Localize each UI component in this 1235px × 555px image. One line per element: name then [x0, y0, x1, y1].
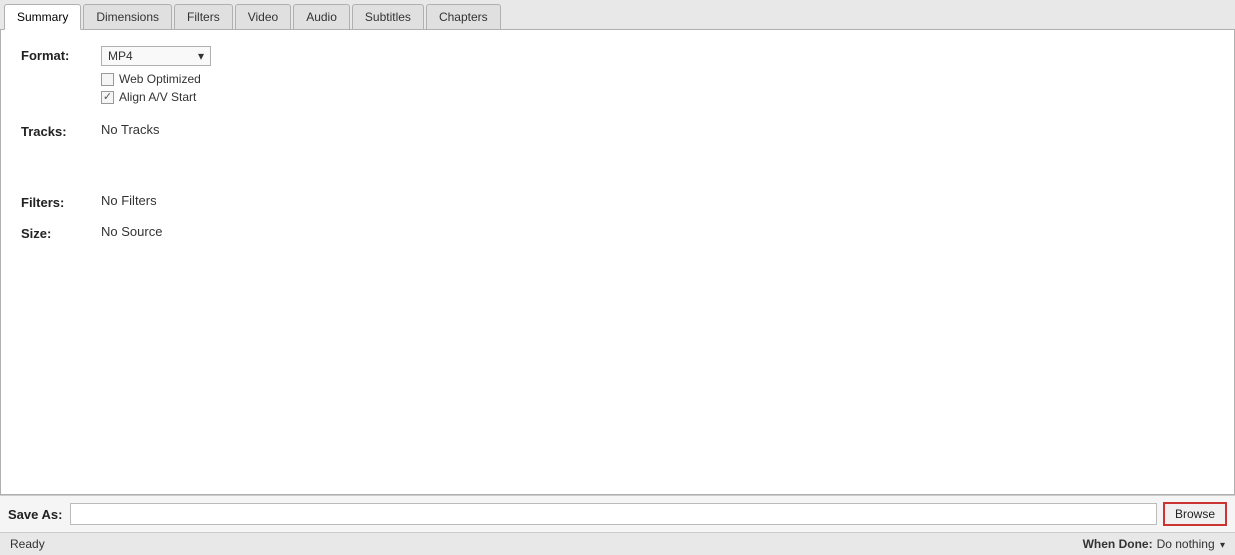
format-dropdown[interactable]: MP4 ▾ [101, 46, 211, 66]
format-label: Format: [21, 46, 101, 63]
web-optimized-checkbox[interactable] [101, 73, 114, 86]
dropdown-arrow-icon: ▾ [198, 49, 204, 63]
tab-bar: Summary Dimensions Filters Video Audio S… [0, 0, 1235, 30]
save-bar: Save As: Browse [0, 495, 1235, 532]
tab-audio[interactable]: Audio [293, 4, 350, 29]
tab-video[interactable]: Video [235, 4, 291, 29]
tracks-row: Tracks: No Tracks [21, 122, 1214, 139]
tab-subtitles[interactable]: Subtitles [352, 4, 424, 29]
web-optimized-label: Web Optimized [119, 72, 201, 86]
status-text: Ready [10, 537, 45, 551]
format-dropdown-value: MP4 [108, 49, 133, 63]
when-done-dropdown[interactable]: Do nothing ▾ [1157, 537, 1225, 551]
tracks-label: Tracks: [21, 122, 101, 139]
save-as-input[interactable] [70, 503, 1157, 525]
when-done-label: When Done: [1083, 537, 1153, 551]
tab-filters[interactable]: Filters [174, 4, 233, 29]
align-av-row[interactable]: ✓ Align A/V Start [101, 90, 1214, 104]
size-label: Size: [21, 224, 101, 241]
format-value: MP4 ▾ Web Optimized ✓ Align A/V Start [101, 46, 1214, 108]
main-content: Format: MP4 ▾ Web Optimized ✓ Align A/V … [0, 30, 1235, 495]
size-row: Size: No Source [21, 224, 1214, 241]
checkmark-icon: ✓ [103, 92, 112, 103]
tab-chapters[interactable]: Chapters [426, 4, 501, 29]
align-av-checkbox[interactable]: ✓ [101, 91, 114, 104]
tab-summary[interactable]: Summary [4, 4, 81, 30]
when-done: When Done: Do nothing ▾ [1083, 537, 1225, 551]
tracks-value: No Tracks [101, 122, 1214, 137]
filters-row: Filters: No Filters [21, 193, 1214, 210]
browse-button[interactable]: Browse [1163, 502, 1227, 526]
save-as-label: Save As: [8, 507, 62, 522]
when-done-value-text: Do nothing [1157, 537, 1215, 551]
when-done-caret-icon: ▾ [1220, 540, 1225, 551]
filters-value: No Filters [101, 193, 1214, 208]
web-optimized-row[interactable]: Web Optimized [101, 72, 1214, 86]
tab-dimensions[interactable]: Dimensions [83, 4, 172, 29]
format-row: Format: MP4 ▾ Web Optimized ✓ Align A/V … [21, 46, 1214, 108]
spacer [21, 153, 1214, 193]
status-bar: Ready When Done: Do nothing ▾ [0, 532, 1235, 555]
align-av-label: Align A/V Start [119, 90, 196, 104]
filters-label: Filters: [21, 193, 101, 210]
size-value: No Source [101, 224, 1214, 239]
